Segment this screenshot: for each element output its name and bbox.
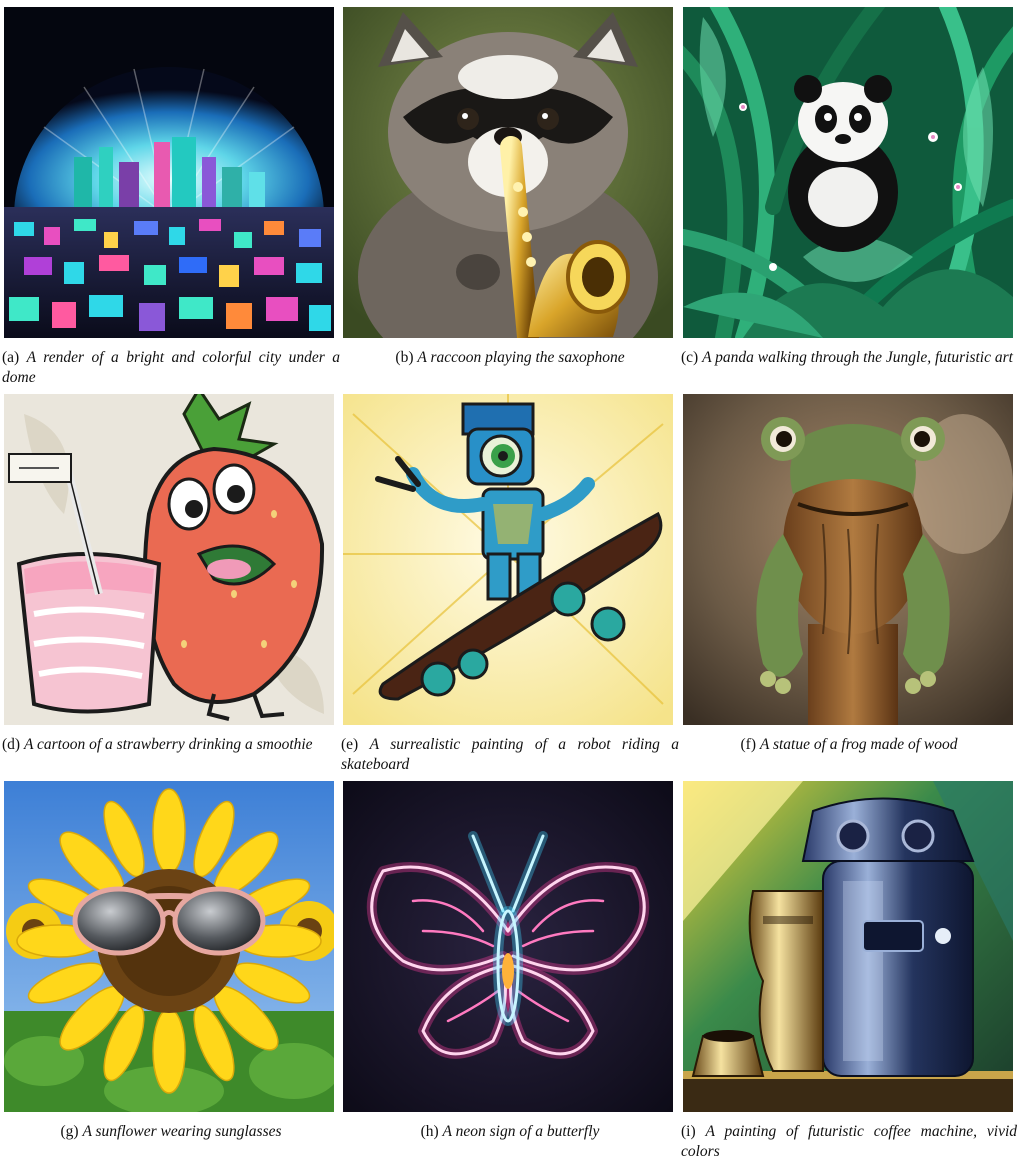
image-city-dome — [4, 7, 334, 338]
caption-h: (h) A neon sign of a butterfly — [341, 1122, 679, 1142]
caption-label: (a) — [2, 349, 20, 366]
image-neon-butterfly — [343, 781, 673, 1112]
caption-i: (i) A painting of futuristic coffee mach… — [681, 1122, 1017, 1162]
caption-g: (g) A sunflower wearing sunglasses — [2, 1122, 340, 1142]
figure-grid: (a) A render of a bright and colorful ci… — [0, 0, 1022, 1165]
caption-label: (e) — [341, 736, 359, 753]
image-robot-skateboard — [343, 394, 673, 725]
image-panda-jungle — [683, 7, 1013, 338]
caption-text: A surrealistic painting of a robot ridin… — [341, 736, 680, 773]
image-coffee-machine — [683, 781, 1013, 1112]
caption-label: (g) — [60, 1123, 79, 1140]
caption-b: (b) A raccoon playing the saxophone — [341, 348, 679, 368]
caption-label: (f) — [740, 736, 757, 753]
image-sunflower-sunglasses — [4, 781, 334, 1112]
caption-c: (c) A panda walking through the Jungle, … — [681, 348, 1017, 368]
image-strawberry-smoothie — [4, 394, 334, 725]
caption-d: (d) A cartoon of a strawberry drinking a… — [2, 735, 340, 755]
caption-text: A painting of futuristic coffee machine,… — [681, 1123, 1017, 1160]
caption-text: A panda walking through the Jungle, futu… — [702, 349, 1013, 366]
caption-label: (c) — [681, 349, 699, 366]
image-wooden-frog — [683, 394, 1013, 725]
caption-label: (h) — [420, 1123, 439, 1140]
caption-label: (d) — [2, 736, 21, 753]
caption-text: A neon sign of a butterfly — [442, 1123, 600, 1140]
caption-a: (a) A render of a bright and colorful ci… — [2, 348, 340, 388]
caption-text: A sunflower wearing sunglasses — [82, 1123, 282, 1140]
caption-text: A statue of a frog made of wood — [759, 736, 958, 753]
caption-text: A cartoon of a strawberry drinking a smo… — [23, 736, 313, 753]
caption-text: A raccoon playing the saxophone — [417, 349, 625, 366]
image-raccoon-saxophone — [343, 7, 673, 338]
caption-text: A render of a bright and colorful city u… — [2, 349, 340, 386]
caption-e: (e) A surrealistic painting of a robot r… — [341, 735, 679, 775]
caption-label: (i) — [681, 1123, 696, 1140]
caption-f: (f) A statue of a frog made of wood — [681, 735, 1017, 755]
caption-label: (b) — [395, 349, 414, 366]
